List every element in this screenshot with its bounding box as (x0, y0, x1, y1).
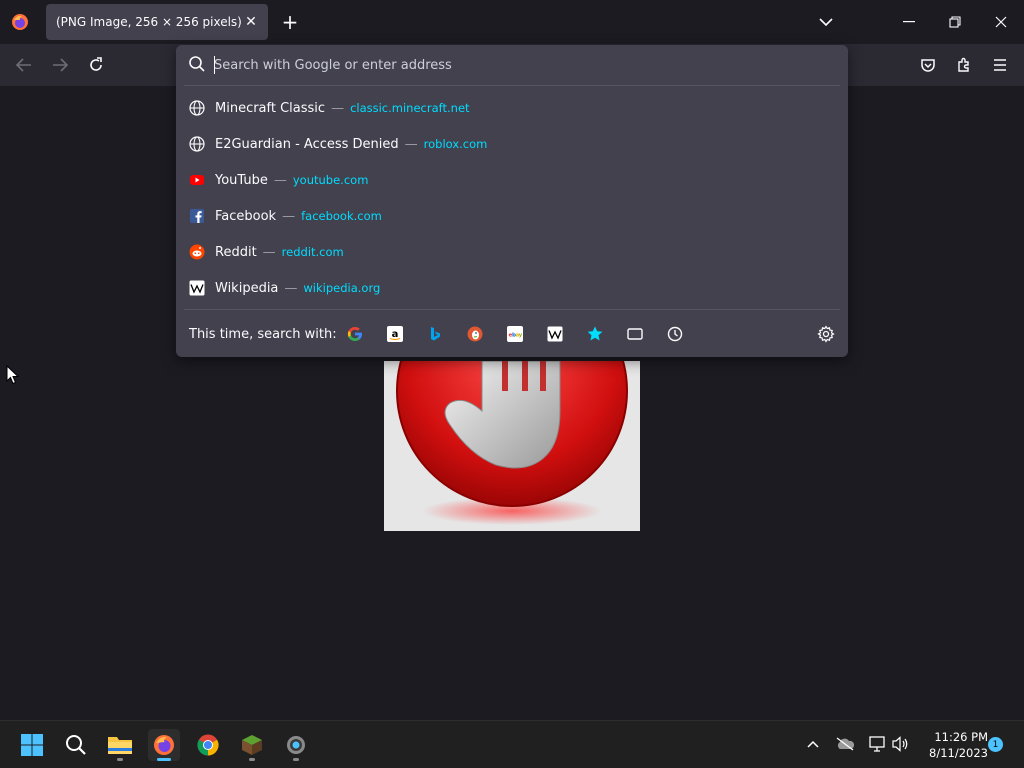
history-icon[interactable] (666, 325, 684, 343)
new-tab-button[interactable]: + (278, 10, 302, 34)
restore-window-icon[interactable] (941, 8, 969, 36)
address-bar-popup: Minecraft Classic — classic.minecraft.ne… (176, 45, 848, 357)
facebook-icon (188, 207, 206, 225)
reload-icon[interactable] (83, 52, 109, 78)
globe-icon (188, 99, 206, 117)
start-windows-icon[interactable] (16, 729, 48, 761)
clock-time: 11:26 PM (934, 730, 988, 744)
youtube-icon (188, 171, 206, 189)
divider (184, 85, 840, 86)
tab-png-image[interactable]: (PNG Image, 256 × 256 pixels) ✕ (46, 4, 268, 40)
running-indicator (117, 758, 123, 761)
bookmarks-icon[interactable] (586, 325, 604, 343)
result-reddit[interactable]: Reddit — reddit.com (176, 234, 848, 270)
search-icon (189, 56, 205, 72)
running-indicator (293, 758, 299, 761)
svg-text:y: y (519, 333, 523, 339)
wikipedia-icon[interactable] (546, 325, 564, 343)
svg-text:a: a (392, 329, 399, 340)
duckduckgo-icon[interactable] (466, 325, 484, 343)
result-url: reddit.com (281, 245, 344, 259)
one-off-search-bar: This time, search with: a ebay (176, 315, 848, 353)
file-explorer-icon[interactable] (104, 729, 136, 761)
result-url: youtube.com (292, 173, 369, 187)
one-off-search-label: This time, search with: (189, 326, 337, 342)
result-url: classic.minecraft.net (350, 101, 470, 115)
notification-badge[interactable]: 1 (988, 737, 1003, 752)
clock[interactable]: 11:26 PM 8/11/2023 (916, 729, 988, 761)
result-separator: — (331, 100, 345, 116)
result-title: E2Guardian - Access Denied (215, 136, 399, 152)
active-indicator (157, 758, 171, 761)
windows-taskbar: 11:26 PM 8/11/2023 1 (0, 720, 1024, 768)
close-tab-icon[interactable]: ✕ (242, 13, 260, 31)
address-bar[interactable] (176, 45, 848, 85)
result-facebook[interactable]: Facebook — facebook.com (176, 198, 848, 234)
divider (184, 309, 840, 310)
tab-title: (PNG Image, 256 × 256 pixels) (56, 15, 242, 29)
result-url: facebook.com (301, 209, 382, 223)
wikipedia-icon (188, 279, 206, 297)
close-window-icon[interactable] (987, 8, 1015, 36)
result-minecraft-classic[interactable]: Minecraft Classic — classic.minecraft.ne… (176, 90, 848, 126)
amazon-icon[interactable]: a (386, 325, 404, 343)
result-url: roblox.com (423, 137, 488, 151)
minimize-window-icon[interactable] (895, 8, 923, 36)
result-wikipedia[interactable]: Wikipedia — wikipedia.org (176, 270, 848, 306)
network-icon[interactable] (866, 733, 888, 755)
list-all-tabs-icon[interactable] (814, 10, 838, 34)
firefox-view-icon[interactable] (8, 10, 32, 34)
google-icon[interactable] (346, 325, 364, 343)
pocket-icon[interactable] (915, 52, 941, 78)
forward-arrow-icon[interactable] (47, 52, 73, 78)
result-title: Minecraft Classic (215, 100, 326, 116)
chrome-icon[interactable] (192, 729, 224, 761)
show-hidden-icons-chevron-icon[interactable] (802, 733, 824, 755)
result-url: wikipedia.org (303, 281, 381, 295)
stop-hand-image (384, 361, 640, 531)
result-youtube[interactable]: YouTube — youtube.com (176, 162, 848, 198)
address-input[interactable] (214, 53, 834, 77)
minecraft-icon[interactable] (236, 729, 268, 761)
onedrive-offline-icon[interactable] (834, 733, 856, 755)
result-separator: — (284, 280, 298, 296)
result-separator: — (273, 172, 287, 188)
text-caret (214, 56, 215, 74)
back-arrow-icon[interactable] (11, 52, 37, 78)
result-title: Wikipedia (215, 280, 279, 296)
running-indicator (249, 758, 255, 761)
app-menu-icon[interactable] (987, 52, 1013, 78)
result-title: Facebook (215, 208, 277, 224)
settings-gear-icon[interactable] (280, 729, 312, 761)
tab-bar: (PNG Image, 256 × 256 pixels) ✕ + (0, 0, 1024, 44)
search-icon[interactable] (60, 729, 92, 761)
result-separator: — (282, 208, 296, 224)
globe-icon (188, 135, 206, 153)
volume-icon[interactable] (889, 733, 911, 755)
clock-date: 8/11/2023 (929, 746, 988, 760)
result-title: YouTube (215, 172, 268, 188)
reddit-icon (188, 243, 206, 261)
mouse-cursor-icon (6, 365, 20, 385)
extensions-icon[interactable] (951, 52, 977, 78)
result-e2guardian[interactable]: E2Guardian - Access Denied — roblox.com (176, 126, 848, 162)
bing-icon[interactable] (426, 325, 444, 343)
result-separator: — (262, 244, 276, 260)
result-separator: — (404, 136, 418, 152)
firefox-taskbar-icon[interactable] (148, 729, 180, 761)
ebay-icon[interactable]: ebay (506, 325, 524, 343)
tabs-icon[interactable] (626, 325, 644, 343)
result-title: Reddit (215, 244, 257, 260)
search-settings-gear-icon[interactable] (817, 325, 835, 343)
